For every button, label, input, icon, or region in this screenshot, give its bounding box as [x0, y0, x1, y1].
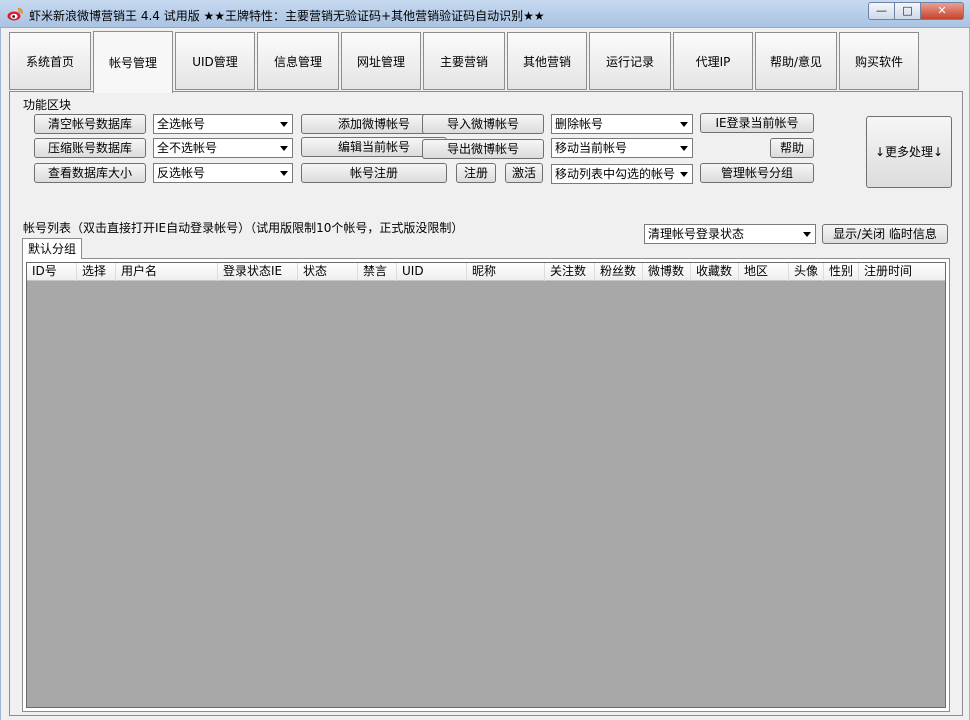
column-header-id[interactable]: ID号 — [27, 263, 77, 281]
tab-info-manage[interactable]: 信息管理 — [257, 32, 339, 90]
column-header-username[interactable]: 用户名 — [116, 263, 218, 281]
tab-help-feedback[interactable]: 帮助/意见 — [755, 32, 837, 90]
move-current-combo-value: 移动当前帐号 — [555, 141, 628, 155]
column-header-status[interactable]: 状态 — [298, 263, 358, 281]
tab-other-marketing[interactable]: 其他营销 — [507, 32, 587, 90]
account-list-view[interactable]: ID号 选择 用户名 登录状态IE 状态 禁言 UID 昵称 关注数 粉丝数 微… — [26, 262, 946, 708]
window-title: 虾米新浪微博营销王 4.4 试用版 ★★王牌特性：主要营销无验证码+其他营销验证… — [29, 9, 545, 23]
compress-db-button[interactable]: 压缩账号数据库 — [34, 138, 146, 158]
import-accounts-button[interactable]: 导入微博帐号 — [422, 114, 544, 134]
function-group-label: 功能区块 — [23, 98, 72, 112]
tab-uid-manage[interactable]: UID管理 — [175, 32, 255, 90]
tab-buy-software[interactable]: 购买软件 — [839, 32, 919, 90]
chevron-down-icon — [280, 122, 288, 127]
export-accounts-button[interactable]: 导出微博帐号 — [422, 139, 544, 159]
account-list-label: 帐号列表（双击直接打开IE自动登录帐号）（试用版限制10个帐号，正式版没限制） — [23, 221, 464, 235]
register-account-button[interactable]: 帐号注册 — [301, 163, 447, 183]
chevron-down-icon — [680, 122, 688, 127]
tab-run-log[interactable]: 运行记录 — [589, 32, 671, 90]
clear-db-button[interactable]: 清空帐号数据库 — [34, 114, 146, 134]
invert-select-combo-value: 反选帐号 — [157, 166, 206, 180]
chevron-down-icon — [680, 146, 688, 151]
clear-login-state-combo[interactable]: 清理帐号登录状态 — [644, 224, 816, 244]
weibo-logo-icon — [7, 7, 23, 21]
view-db-size-button[interactable]: 查看数据库大小 — [34, 163, 146, 183]
column-header-login-state-ie[interactable]: 登录状态IE — [218, 263, 298, 281]
column-header-region[interactable]: 地区 — [739, 263, 789, 281]
column-header-followers[interactable]: 粉丝数 — [595, 263, 643, 281]
title-bar: 虾米新浪微博营销王 4.4 试用版 ★★王牌特性：主要营销无验证码+其他营销验证… — [0, 0, 970, 28]
activate-button[interactable]: 激活 — [505, 163, 543, 183]
help-button[interactable]: 帮助 — [770, 138, 814, 158]
main-window: 系统首页 帐号管理 UID管理 信息管理 网址管理 主要营销 其他营销 运行记录… — [0, 28, 970, 720]
column-header-avatar[interactable]: 头像 — [789, 263, 824, 281]
ie-login-button[interactable]: IE登录当前帐号 — [700, 113, 814, 133]
more-actions-button[interactable]: ↓更多处理↓ — [866, 116, 952, 188]
column-header-weibo-count[interactable]: 微博数 — [643, 263, 691, 281]
tab-main-marketing[interactable]: 主要营销 — [423, 32, 505, 90]
tab-proxy-ip[interactable]: 代理IP — [673, 32, 753, 90]
invert-select-combo[interactable]: 反选帐号 — [153, 163, 293, 183]
column-header-muted[interactable]: 禁言 — [358, 263, 397, 281]
register-button[interactable]: 注册 — [456, 163, 496, 183]
chevron-down-icon — [280, 146, 288, 151]
chevron-down-icon — [803, 232, 811, 237]
move-checked-combo-value: 移动列表中勾选的帐号 — [555, 167, 676, 181]
select-all-combo[interactable]: 全选帐号 — [153, 114, 293, 134]
main-tabs: 系统首页 帐号管理 UID管理 信息管理 网址管理 主要营销 其他营销 运行记录… — [9, 31, 963, 93]
toggle-temp-info-button[interactable]: 显示/关闭 临时信息 — [822, 224, 948, 244]
tab-account-manage[interactable]: 帐号管理 — [93, 31, 173, 93]
column-header-select[interactable]: 选择 — [77, 263, 116, 281]
select-none-combo[interactable]: 全不选帐号 — [153, 138, 293, 158]
account-list-header: ID号 选择 用户名 登录状态IE 状态 禁言 UID 昵称 关注数 粉丝数 微… — [27, 263, 945, 281]
column-header-following[interactable]: 关注数 — [545, 263, 595, 281]
tab-home[interactable]: 系统首页 — [9, 32, 91, 90]
clear-login-state-combo-value: 清理帐号登录状态 — [648, 227, 745, 241]
manage-groups-button[interactable]: 管理帐号分组 — [700, 163, 814, 183]
tab-url-manage[interactable]: 网址管理 — [341, 32, 421, 90]
window-controls: — □ ✕ — [868, 2, 964, 20]
column-header-register-time[interactable]: 注册时间 — [859, 263, 945, 281]
column-header-favorites[interactable]: 收藏数 — [691, 263, 739, 281]
select-none-combo-value: 全不选帐号 — [157, 141, 218, 155]
chevron-down-icon — [280, 171, 288, 176]
delete-account-combo[interactable]: 删除帐号 — [551, 114, 693, 134]
column-header-gender[interactable]: 性别 — [824, 263, 859, 281]
select-all-combo-value: 全选帐号 — [157, 117, 206, 131]
delete-account-combo-value: 删除帐号 — [555, 117, 604, 131]
maximize-button[interactable]: □ — [894, 2, 920, 20]
account-manage-panel: 功能区块 清空帐号数据库 压缩账号数据库 查看数据库大小 全选帐号 全不选帐号 … — [9, 91, 963, 716]
chevron-down-icon — [680, 172, 688, 177]
minimize-button[interactable]: — — [868, 2, 894, 20]
move-current-combo[interactable]: 移动当前帐号 — [551, 138, 693, 158]
move-checked-combo[interactable]: 移动列表中勾选的帐号 — [551, 164, 693, 184]
column-header-nickname[interactable]: 昵称 — [467, 263, 545, 281]
column-header-uid[interactable]: UID — [397, 263, 467, 281]
close-button[interactable]: ✕ — [920, 2, 964, 20]
account-list-container: ID号 选择 用户名 登录状态IE 状态 禁言 UID 昵称 关注数 粉丝数 微… — [22, 258, 950, 712]
tab-default-group[interactable]: 默认分组 — [22, 238, 82, 259]
